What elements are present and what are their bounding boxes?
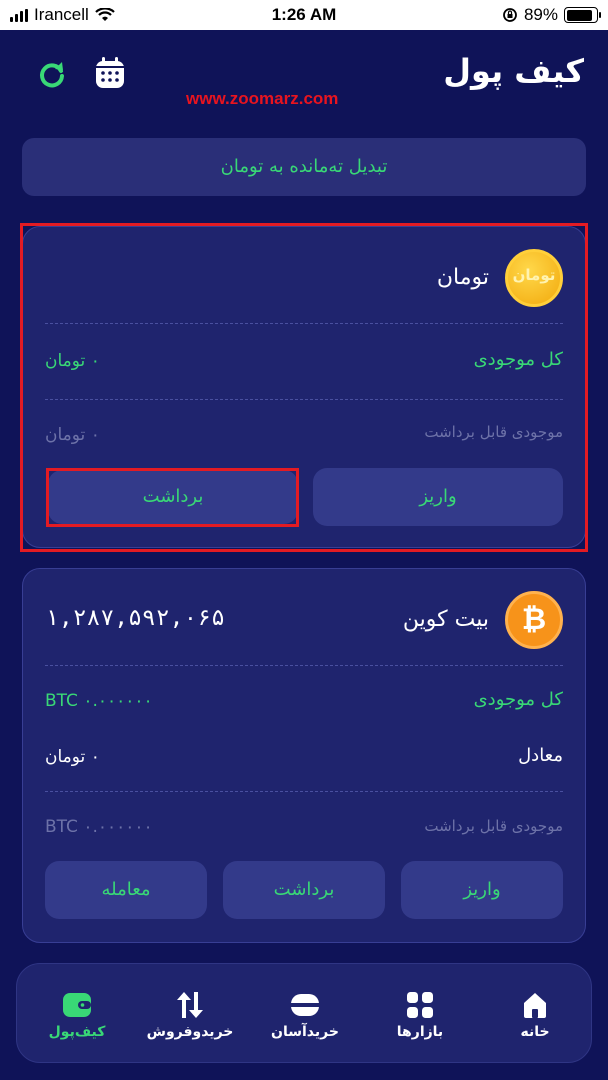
bitcoin-wallet-card: ₿ بیت کوین ۱,۲۸۷,۵۹۲,۰۶۵ کل موجودی BTC ۰… [22, 568, 586, 943]
withdrawable-balance-label: موجودی قابل برداشت [424, 423, 563, 441]
wallet-icon [63, 993, 91, 1017]
withdrawable-balance-value: BTC ۰.۰۰۰۰۰۰ [45, 817, 153, 837]
bitcoin-price: ۱,۲۸۷,۵۹۲,۰۶۵ [45, 605, 226, 631]
convert-dust-button[interactable]: تبدیل ته‌مانده به تومان [22, 138, 586, 196]
toman-coin-icon: تومان [505, 249, 563, 307]
equivalent-label: معادل [518, 745, 563, 766]
nav-label: خانه [520, 1024, 550, 1040]
trade-button[interactable]: معامله [45, 861, 207, 919]
grid-icon [407, 992, 433, 1018]
toman-card-name: تومان [436, 265, 489, 290]
equivalent-value: ۰ تومان [45, 747, 100, 767]
divider [45, 791, 563, 792]
home-icon [524, 993, 546, 1018]
bottom-nav: خانه بازارها خریدآسان خریدوفروش [16, 963, 592, 1063]
nav-label: خریدوفروش [146, 1024, 234, 1040]
divider [45, 399, 563, 400]
page-title: کیف پول [443, 52, 584, 90]
card-icon [291, 994, 319, 1016]
nav-label: خریدآسان [271, 1024, 339, 1040]
bitcoin-symbol: ₿ [521, 602, 547, 637]
buy-sell-icon [177, 992, 203, 1018]
battery-percent: 89% [523, 5, 558, 24]
bitcoin-card-name: بیت کوین [402, 607, 489, 632]
status-bar: Irancell 1:26 AM 89% [0, 0, 608, 30]
total-balance-label: کل موجودی [473, 349, 563, 370]
withdrawable-balance-value: ۰ تومان [45, 425, 100, 445]
withdraw-button[interactable]: برداشت [48, 470, 298, 524]
nav-item-buy-sell[interactable]: خریدوفروش [135, 964, 245, 1064]
nav-item-wallet[interactable]: کیف‌پول [22, 964, 132, 1064]
toman-coin-text: تومان [512, 266, 556, 284]
toman-wallet-card: تومان تومان کل موجودی ۰ تومان موجودی قاب… [22, 226, 586, 548]
nav-label: بازارها [396, 1024, 444, 1040]
calendar-icon[interactable] [94, 56, 126, 90]
total-balance-label: کل موجودی [473, 689, 563, 710]
divider [45, 665, 563, 666]
refresh-icon[interactable] [36, 58, 68, 90]
watermark: www.zoomarz.com [186, 89, 339, 108]
nav-item-home[interactable]: خانه [480, 964, 590, 1064]
nav-item-markets[interactable]: بازارها [365, 964, 475, 1064]
deposit-button[interactable]: واریز [401, 861, 563, 919]
nav-label: کیف‌پول [48, 1024, 106, 1040]
total-balance-value: BTC ۰.۰۰۰۰۰۰ [45, 691, 153, 711]
orientation-lock-icon [503, 8, 517, 22]
nav-item-easy-buy[interactable]: خریدآسان [250, 964, 360, 1064]
withdraw-button[interactable]: برداشت [223, 861, 385, 919]
deposit-button[interactable]: واریز [313, 468, 563, 526]
withdrawable-balance-label: موجودی قابل برداشت [424, 817, 563, 835]
battery-icon [564, 7, 601, 23]
bitcoin-coin-icon: ₿ [505, 591, 563, 649]
total-balance-value: ۰ تومان [45, 351, 100, 371]
divider [45, 323, 563, 324]
